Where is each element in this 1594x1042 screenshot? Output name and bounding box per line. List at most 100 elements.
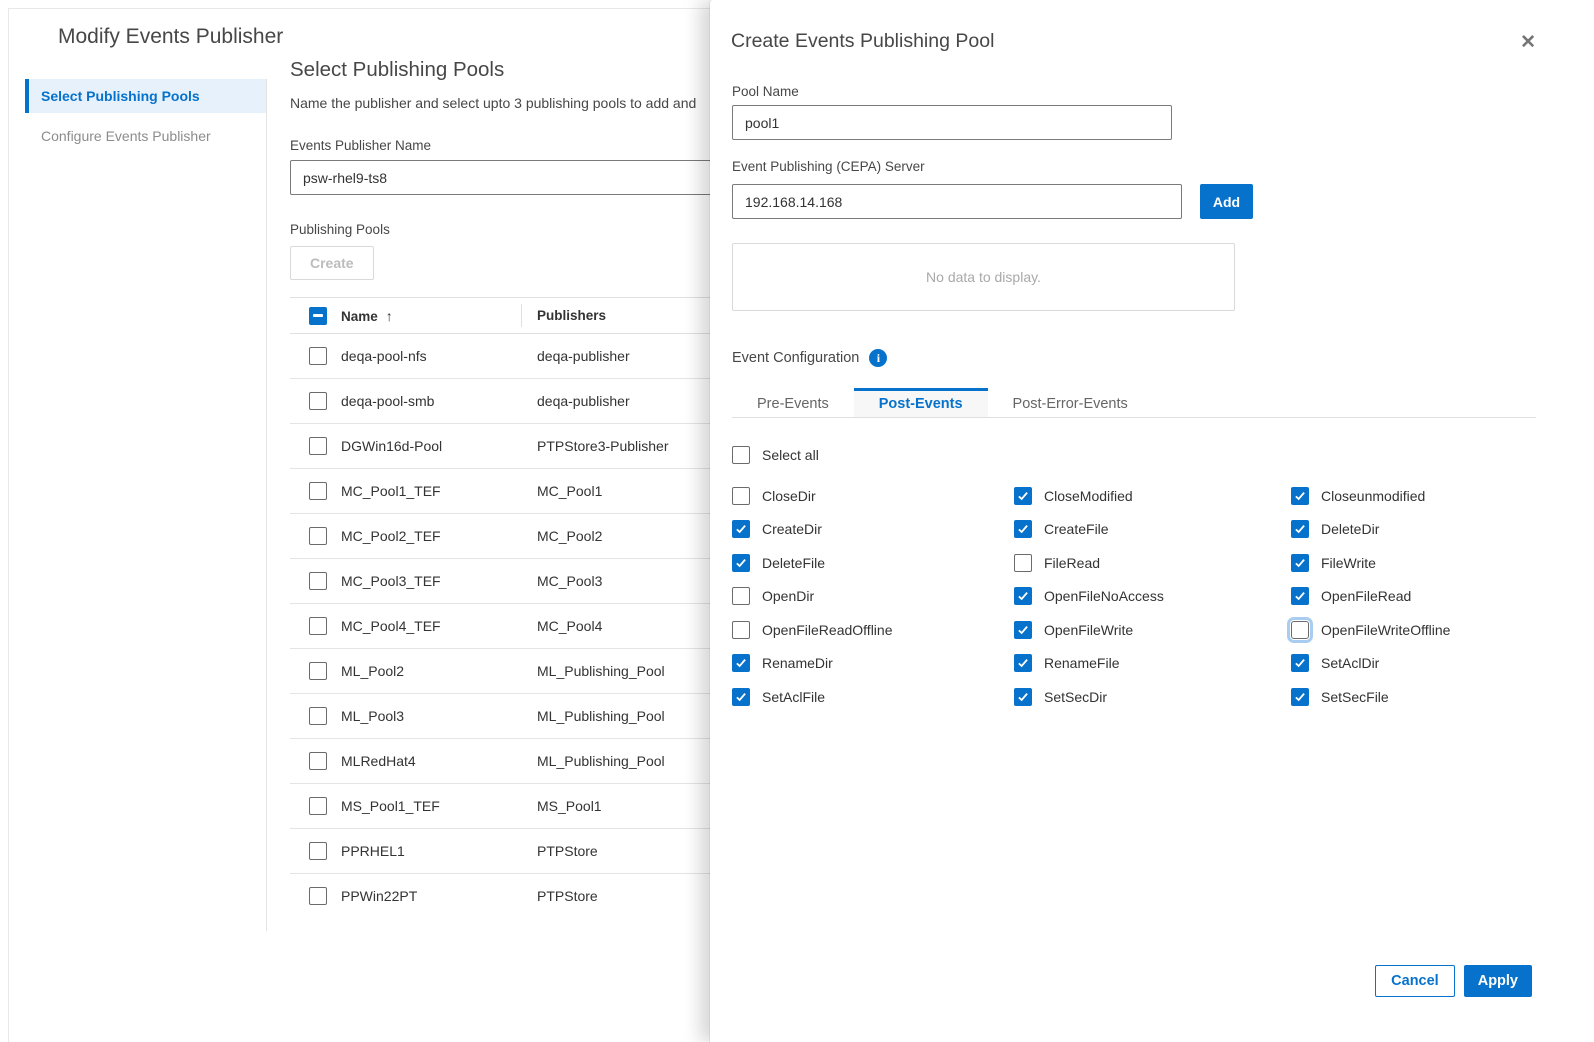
- row-checkbox[interactable]: [309, 887, 327, 905]
- checkbox-setacldir[interactable]: [1291, 654, 1309, 672]
- apply-button[interactable]: Apply: [1464, 965, 1532, 997]
- row-checkbox[interactable]: [309, 437, 327, 455]
- event-option-label: SetSecFile: [1321, 689, 1389, 705]
- row-checkbox[interactable]: [309, 392, 327, 410]
- checkbox-deletefile[interactable]: [732, 554, 750, 572]
- checkbox-openfilereadoffline[interactable]: [732, 621, 750, 639]
- checkbox-fileread[interactable]: [1014, 554, 1032, 572]
- event-option-openfileread: OpenFileRead: [1291, 587, 1552, 605]
- checkbox-closeunmodified[interactable]: [1291, 487, 1309, 505]
- checkbox-closedir[interactable]: [732, 487, 750, 505]
- pool-name-cell: MS_Pool1_TEF: [341, 798, 521, 814]
- checkbox-setsecdir[interactable]: [1014, 688, 1032, 706]
- pool-name-cell: MC_Pool1_TEF: [341, 483, 521, 499]
- pool-name-input[interactable]: [732, 105, 1172, 140]
- checkbox-filewrite[interactable]: [1291, 554, 1309, 572]
- checkbox-deletedir[interactable]: [1291, 520, 1309, 538]
- event-option-label: FileRead: [1044, 555, 1100, 571]
- event-option-label: CloseDir: [762, 488, 816, 504]
- checkbox-setaclfile[interactable]: [732, 688, 750, 706]
- event-option-label: OpenFileNoAccess: [1044, 588, 1164, 604]
- event-option-label: DeleteDir: [1321, 521, 1379, 537]
- event-option-createfile: CreateFile: [1014, 520, 1291, 538]
- select-all-events-row: Select all: [732, 446, 819, 464]
- add-server-button[interactable]: Add: [1200, 184, 1253, 219]
- cepa-server-input[interactable]: [732, 184, 1182, 219]
- pool-name-label: Pool Name: [732, 84, 799, 99]
- page-title: Modify Events Publisher: [58, 25, 283, 49]
- event-option-setsecdir: SetSecDir: [1014, 688, 1291, 706]
- checkbox-openfileread[interactable]: [1291, 587, 1309, 605]
- checkbox-closemodified[interactable]: [1014, 487, 1032, 505]
- pool-name-cell: deqa-pool-nfs: [341, 348, 521, 364]
- event-option-label: SetAclFile: [762, 689, 825, 705]
- event-option-createdir: CreateDir: [732, 520, 1014, 538]
- row-checkbox[interactable]: [309, 482, 327, 500]
- event-option-setacldir: SetAclDir: [1291, 654, 1552, 672]
- sidebar-item-configure-events-publisher[interactable]: Configure Events Publisher: [25, 119, 266, 153]
- pool-name-cell: DGWin16d-Pool: [341, 438, 521, 454]
- row-checkbox[interactable]: [309, 527, 327, 545]
- tab-post-events[interactable]: Post-Events: [854, 388, 988, 417]
- column-header-name[interactable]: Name: [341, 309, 378, 324]
- event-option-deletefile: DeleteFile: [732, 554, 1014, 572]
- event-option-label: RenameFile: [1044, 655, 1119, 671]
- info-icon[interactable]: i: [869, 349, 887, 367]
- event-option-setaclfile: SetAclFile: [732, 688, 1014, 706]
- checkbox-renamefile[interactable]: [1014, 654, 1032, 672]
- row-checkbox[interactable]: [309, 707, 327, 725]
- row-checkbox[interactable]: [309, 752, 327, 770]
- checkbox-opendir[interactable]: [732, 587, 750, 605]
- select-all-events-checkbox[interactable]: [732, 446, 750, 464]
- event-option-setsecfile: SetSecFile: [1291, 688, 1552, 706]
- pool-name-cell: MC_Pool4_TEF: [341, 618, 521, 634]
- row-checkbox[interactable]: [309, 797, 327, 815]
- row-checkbox[interactable]: [309, 842, 327, 860]
- row-checkbox[interactable]: [309, 347, 327, 365]
- sidebar-item-select-publishing-pools[interactable]: Select Publishing Pools: [25, 79, 266, 113]
- checkbox-setsecfile[interactable]: [1291, 688, 1309, 706]
- pool-name-cell: MC_Pool2_TEF: [341, 528, 521, 544]
- event-option-fileread: FileRead: [1014, 554, 1291, 572]
- event-option-renamefile: RenameFile: [1014, 654, 1291, 672]
- checkbox-openfilenoaccess[interactable]: [1014, 587, 1032, 605]
- tab-post-error-events[interactable]: Post-Error-Events: [988, 388, 1153, 417]
- checkbox-createfile[interactable]: [1014, 520, 1032, 538]
- event-option-label: SetSecDir: [1044, 689, 1107, 705]
- column-header-publishers[interactable]: Publishers: [537, 308, 606, 323]
- event-option-label: OpenFileRead: [1321, 588, 1411, 604]
- create-pool-button[interactable]: Create: [290, 246, 374, 280]
- event-option-openfilewriteoffline: OpenFileWriteOffline: [1291, 621, 1552, 639]
- checkbox-openfilewriteoffline[interactable]: [1291, 621, 1309, 639]
- row-checkbox[interactable]: [309, 662, 327, 680]
- sort-ascending-icon[interactable]: ↑: [386, 308, 393, 324]
- event-option-label: OpenDir: [762, 588, 814, 604]
- pool-name-cell: ML_Pool2: [341, 663, 521, 679]
- event-option-label: OpenFileWriteOffline: [1321, 622, 1450, 638]
- row-checkbox[interactable]: [309, 617, 327, 635]
- select-all-events-label: Select all: [762, 447, 819, 463]
- pool-name-cell: deqa-pool-smb: [341, 393, 521, 409]
- tab-pre-events[interactable]: Pre-Events: [732, 388, 854, 417]
- pool-name-cell: PPRHEL1: [341, 843, 521, 859]
- pool-name-cell: MLRedHat4: [341, 753, 521, 769]
- select-all-pools-checkbox[interactable]: [309, 307, 327, 325]
- checkbox-openfilewrite[interactable]: [1014, 621, 1032, 639]
- event-option-opendir: OpenDir: [732, 587, 1014, 605]
- cancel-button[interactable]: Cancel: [1375, 965, 1455, 997]
- pool-name-cell: PPWin22PT: [341, 888, 521, 904]
- checkbox-createdir[interactable]: [732, 520, 750, 538]
- event-configuration-label: Event Configuration: [732, 350, 859, 366]
- drawer-footer: Cancel Apply: [1375, 965, 1532, 997]
- close-icon[interactable]: ✕: [1520, 33, 1536, 52]
- event-option-label: OpenFileWrite: [1044, 622, 1133, 638]
- event-option-label: RenameDir: [762, 655, 833, 671]
- event-option-closedir: CloseDir: [732, 487, 1014, 505]
- row-checkbox[interactable]: [309, 572, 327, 590]
- event-option-deletedir: DeleteDir: [1291, 520, 1552, 538]
- events-publisher-name-input[interactable]: [290, 160, 730, 195]
- event-option-label: FileWrite: [1321, 555, 1376, 571]
- event-option-label: SetAclDir: [1321, 655, 1379, 671]
- event-option-openfilereadoffline: OpenFileReadOffline: [732, 621, 1014, 639]
- checkbox-renamedir[interactable]: [732, 654, 750, 672]
